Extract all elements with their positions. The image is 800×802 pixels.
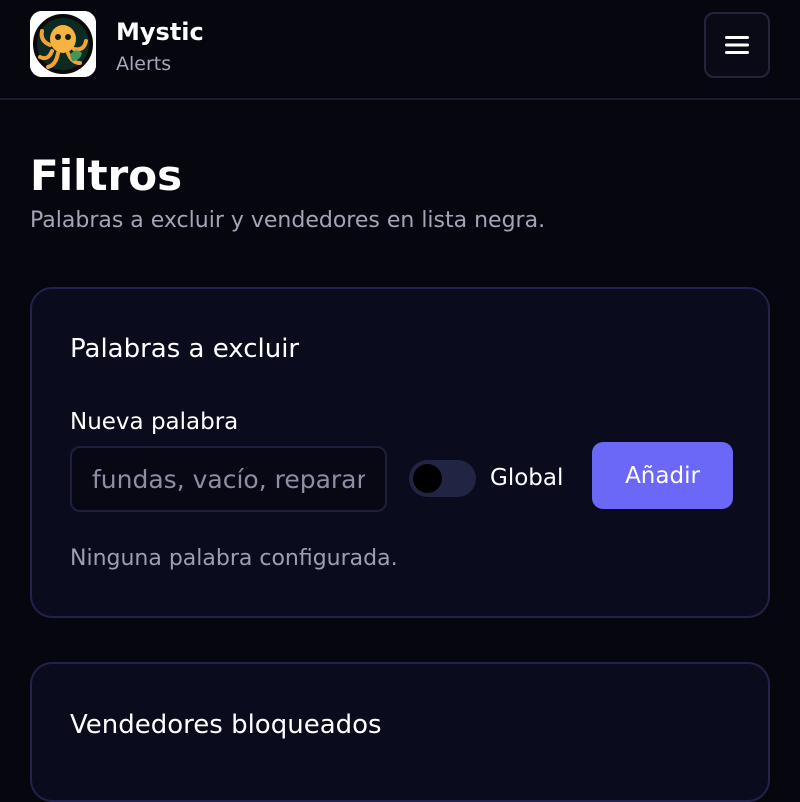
global-toggle[interactable] [409, 460, 476, 497]
page-title: Filtros [30, 151, 183, 200]
blocked-sellers-card: Vendedores bloqueados [30, 662, 770, 802]
global-toggle-knob [413, 464, 442, 493]
blocked-sellers-title: Vendedores bloqueados [70, 710, 382, 740]
excluded-words-card: Palabras a excluir Nueva palabra Global … [30, 287, 770, 618]
menu-button[interactable] [704, 12, 770, 78]
brand-subtitle: Alerts [116, 53, 172, 75]
excluded-words-title: Palabras a excluir [70, 334, 300, 364]
global-toggle-label: Global [490, 465, 564, 491]
page-subtitle: Palabras a excluir y vendedores en lista… [30, 208, 546, 233]
new-word-input[interactable] [70, 446, 387, 512]
app-header: Mystic Alerts [0, 0, 800, 100]
brand-name: Mystic [116, 18, 204, 46]
new-word-label: Nueva palabra [70, 409, 239, 435]
octopus-logo-icon [30, 11, 96, 77]
hamburger-menu-icon [725, 36, 749, 54]
add-word-button[interactable]: Añadir [592, 442, 733, 509]
empty-words-message: Ninguna palabra configurada. [70, 546, 398, 571]
